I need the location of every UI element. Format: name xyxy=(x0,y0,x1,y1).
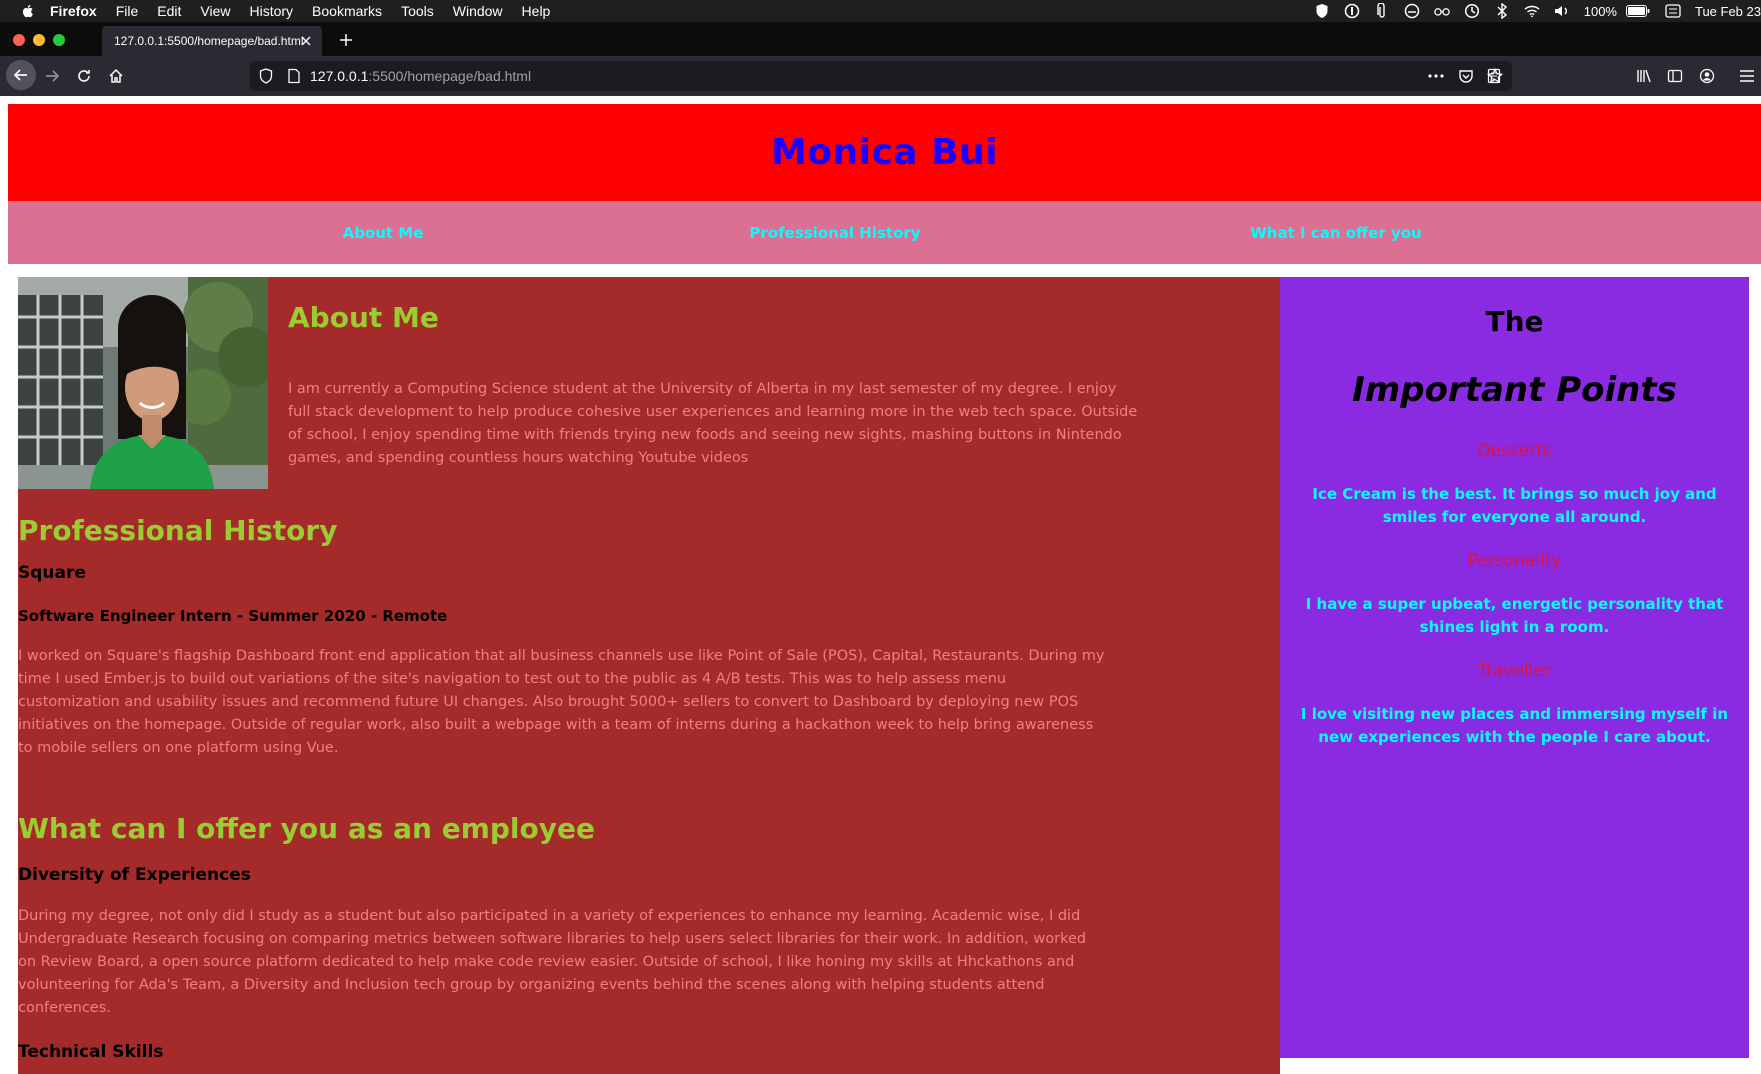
menu-clock[interactable]: Tue Feb 23 xyxy=(1695,4,1761,19)
professional-history-heading: Professional History xyxy=(18,514,338,547)
url-host: 127.0.0.1 xyxy=(310,68,369,84)
reload-icon[interactable] xyxy=(72,64,96,88)
hamburger-menu-icon[interactable] xyxy=(1735,64,1759,88)
sidebar-toggle-icon[interactable] xyxy=(1663,64,1687,88)
minimize-window-button[interactable] xyxy=(33,34,45,46)
status-area: 100% Tue Feb 23 xyxy=(1314,0,1761,22)
menu-file[interactable]: File xyxy=(116,3,139,19)
professional-history-section: Professional History Square Software Eng… xyxy=(18,514,1118,760)
library-icon[interactable] xyxy=(1632,64,1656,88)
offer-text: During my degree, not only did I study a… xyxy=(18,908,1087,1016)
about-text: I am currently a Computing Science stude… xyxy=(288,381,1138,466)
back-arrow-icon[interactable] xyxy=(6,60,36,90)
volume-icon[interactable] xyxy=(1554,3,1570,19)
point-text-desserts: Ice Cream is the best. It brings so much… xyxy=(1312,485,1717,526)
offer-section: What can I offer you as an employee Dive… xyxy=(18,812,1118,1062)
nav-link-about-me[interactable]: About Me xyxy=(343,201,424,264)
menu-history[interactable]: History xyxy=(249,3,293,19)
forward-arrow-icon[interactable] xyxy=(40,64,64,88)
menu-app-name[interactable]: Firefox xyxy=(50,3,97,19)
menu-tools[interactable]: Tools xyxy=(401,3,434,19)
site-header: Monica Bui xyxy=(8,104,1761,201)
browser-tab-strip: 127.0.0.1:5500/homepage/bad.html xyxy=(0,22,1761,56)
nav-link-what-i-can-offer[interactable]: What I can offer you xyxy=(1250,201,1421,264)
site-nav: About Me Professional History What I can… xyxy=(8,201,1761,264)
point-text-personality: I have a super upbeat, energetic persona… xyxy=(1305,595,1724,636)
point-title-desserts: Desserts xyxy=(1477,441,1552,461)
wifi-icon[interactable] xyxy=(1524,3,1540,19)
important-points-sidebar: The Important Points Desserts Ice Cream … xyxy=(1280,277,1749,1058)
company-name: Square xyxy=(18,563,86,583)
menu-bookmarks[interactable]: Bookmarks xyxy=(312,3,382,19)
page-actions-menu-icon[interactable] xyxy=(1424,64,1448,88)
url-text[interactable]: 127.0.0.1:5500/homepage/bad.html xyxy=(310,68,531,84)
menu-help[interactable]: Help xyxy=(522,3,551,19)
offer-heading: What can I offer you as an employee xyxy=(18,812,595,845)
tracking-protection-shield-icon[interactable] xyxy=(258,68,274,84)
url-bar[interactable]: 127.0.0.1:5500/homepage/bad.html xyxy=(250,61,1512,91)
close-window-button[interactable] xyxy=(13,34,25,46)
menu-view[interactable]: View xyxy=(200,3,230,19)
about-heading: About Me xyxy=(288,301,439,334)
job-description: I worked on Square's flagship Dashboard … xyxy=(18,648,1105,756)
ublock-icon[interactable] xyxy=(1314,3,1330,19)
site-title: Monica Bui xyxy=(770,132,999,173)
zoom-window-button[interactable] xyxy=(53,34,65,46)
job-role: Software Engineer Intern - Summer 2020 -… xyxy=(18,607,448,625)
os-menu-bar: Firefox File Edit View History Bookmarks… xyxy=(0,0,1761,22)
browser-tab-active[interactable]: 127.0.0.1:5500/homepage/bad.html xyxy=(102,26,322,56)
home-icon[interactable] xyxy=(104,64,128,88)
point-title-traveller: Traveller xyxy=(1478,661,1551,681)
time-machine-icon[interactable] xyxy=(1464,3,1480,19)
page-info-icon[interactable] xyxy=(286,68,302,84)
technical-skills-heading: Technical Skills xyxy=(18,1042,164,1062)
sidebar-important-heading: Important Points xyxy=(1352,370,1677,410)
main-content: About Me I am currently a Computing Scie… xyxy=(18,277,1280,1074)
glasses-icon[interactable] xyxy=(1434,3,1450,19)
about-section: About Me I am currently a Computing Scie… xyxy=(288,301,1138,470)
apple-logo-icon[interactable] xyxy=(20,3,36,19)
offer-subheading: Diversity of Experiences xyxy=(18,865,251,885)
tab-title: 127.0.0.1:5500/homepage/bad.html xyxy=(114,34,304,48)
menu-window[interactable]: Window xyxy=(453,3,503,19)
keyboard-icon[interactable] xyxy=(1665,3,1681,19)
1password-icon[interactable] xyxy=(1344,3,1360,19)
bluetooth-icon[interactable] xyxy=(1494,3,1510,19)
point-title-personality: Personality xyxy=(1467,551,1562,571)
browser-nav-bar: 127.0.0.1:5500/homepage/bad.html xyxy=(0,56,1761,96)
sidebar-the-heading: The xyxy=(1485,305,1544,338)
creative-cloud-icon[interactable] xyxy=(1404,3,1420,19)
bookmark-star-icon[interactable] xyxy=(1483,64,1507,88)
account-icon[interactable] xyxy=(1695,64,1719,88)
web-page: Monica Bui About Me Professional History… xyxy=(0,96,1761,1074)
menu-edit[interactable]: Edit xyxy=(157,3,181,19)
paperclip-icon[interactable] xyxy=(1374,3,1390,19)
battery-icon[interactable] xyxy=(1625,3,1651,19)
new-tab-plus-icon[interactable] xyxy=(336,30,356,50)
url-path: :5500/homepage/bad.html xyxy=(368,68,532,84)
point-text-traveller: I love visiting new places and immersing… xyxy=(1300,705,1729,746)
battery-percent: 100% xyxy=(1583,3,1617,19)
pocket-icon[interactable] xyxy=(1454,64,1478,88)
profile-photo xyxy=(18,277,268,489)
tab-close-icon[interactable] xyxy=(298,33,314,49)
nav-link-professional-history[interactable]: Professional History xyxy=(749,201,920,264)
